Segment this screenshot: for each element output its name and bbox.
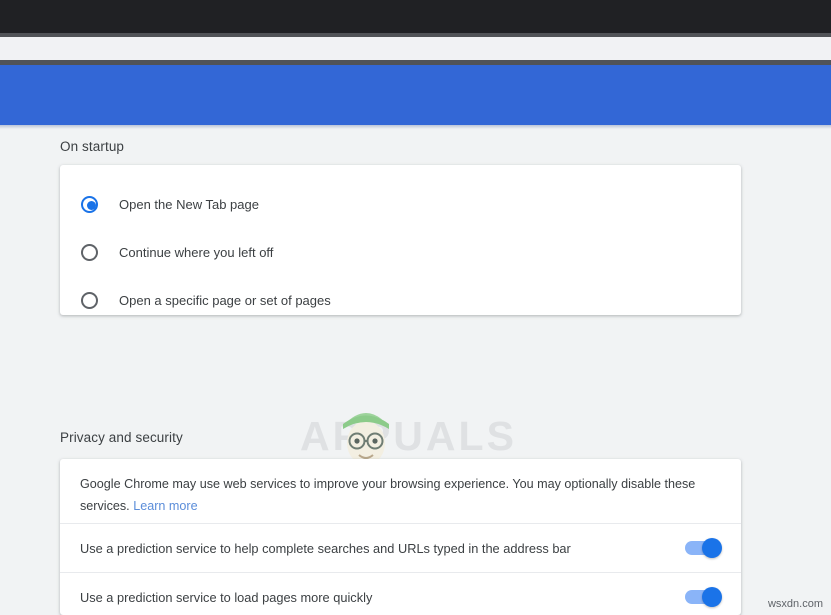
- section-title-privacy: Privacy and security: [60, 430, 183, 445]
- radio-option-specific-page[interactable]: Open a specific page or set of pages: [60, 276, 741, 324]
- pref-label-prediction-load-pages: Use a prediction service to load pages m…: [80, 589, 373, 605]
- settings-content: On startup Open the New Tab page Continu…: [0, 129, 831, 615]
- watermark-text: APPUALS: [300, 413, 517, 459]
- pref-label-prediction-address-bar: Use a prediction service to help complet…: [80, 540, 571, 556]
- radio-label-continue: Continue where you left off: [119, 244, 274, 260]
- radio-option-continue[interactable]: Continue where you left off: [60, 228, 741, 276]
- toggle-prediction-load-pages[interactable]: [685, 587, 722, 607]
- radio-label-new-tab: Open the New Tab page: [119, 196, 259, 212]
- radio-button-specific-page[interactable]: [81, 291, 98, 309]
- radio-label-specific-page: Open a specific page or set of pages: [119, 292, 331, 308]
- appuals-watermark: APPUALS: [300, 407, 540, 467]
- section-title-on-startup: On startup: [60, 139, 125, 154]
- toggle-knob: [702, 538, 722, 558]
- pref-row-prediction-address-bar[interactable]: Use a prediction service to help complet…: [60, 524, 741, 572]
- learn-more-link[interactable]: Learn more: [133, 499, 197, 513]
- settings-header: Search settings: [0, 65, 831, 183]
- on-startup-card: Open the New Tab page Continue where you…: [60, 165, 741, 315]
- privacy-and-security-card: Google Chrome may use web services to im…: [60, 459, 741, 615]
- privacy-description: Google Chrome may use web services to im…: [80, 473, 720, 517]
- radio-button-continue[interactable]: [81, 243, 98, 261]
- pref-row-prediction-load-pages[interactable]: Use a prediction service to load pages m…: [60, 573, 741, 615]
- browser-title-bar: [0, 0, 831, 33]
- toggle-prediction-address-bar[interactable]: [685, 538, 722, 558]
- site-credit: wsxdn.com: [767, 598, 823, 610]
- toggle-knob: [702, 587, 722, 607]
- browser-toolbar-strip: [0, 37, 831, 60]
- screenshot-root: Search settings On startup Open the New …: [0, 0, 831, 615]
- radio-button-new-tab[interactable]: [81, 195, 98, 213]
- radio-option-new-tab[interactable]: Open the New Tab page: [60, 180, 741, 228]
